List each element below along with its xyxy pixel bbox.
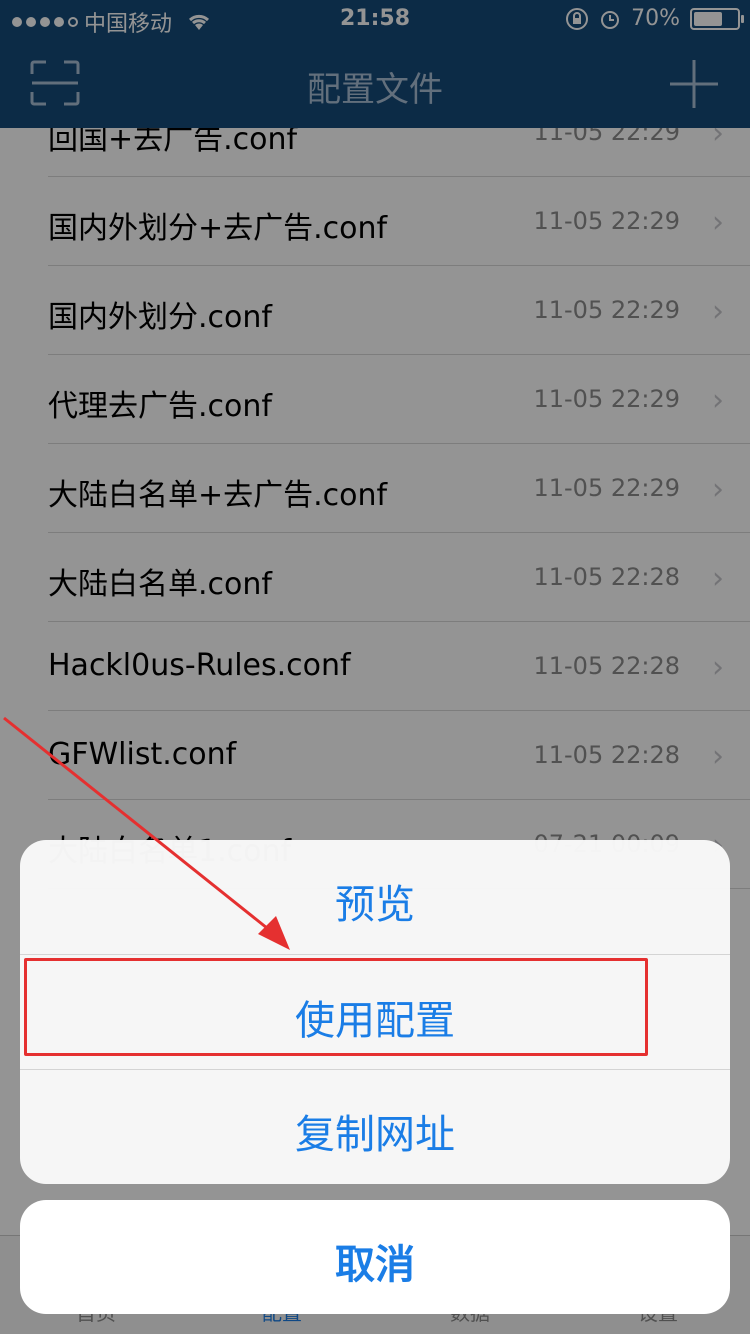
divider [20, 1069, 730, 1070]
cancel-button[interactable]: 取消 [20, 1232, 730, 1290]
copy-url-button[interactable]: 复制网址 [20, 1102, 730, 1160]
cancel-sheet: 取消 [20, 1200, 730, 1314]
highlight-box [24, 958, 648, 1056]
arrow-annotation [3, 716, 290, 950]
